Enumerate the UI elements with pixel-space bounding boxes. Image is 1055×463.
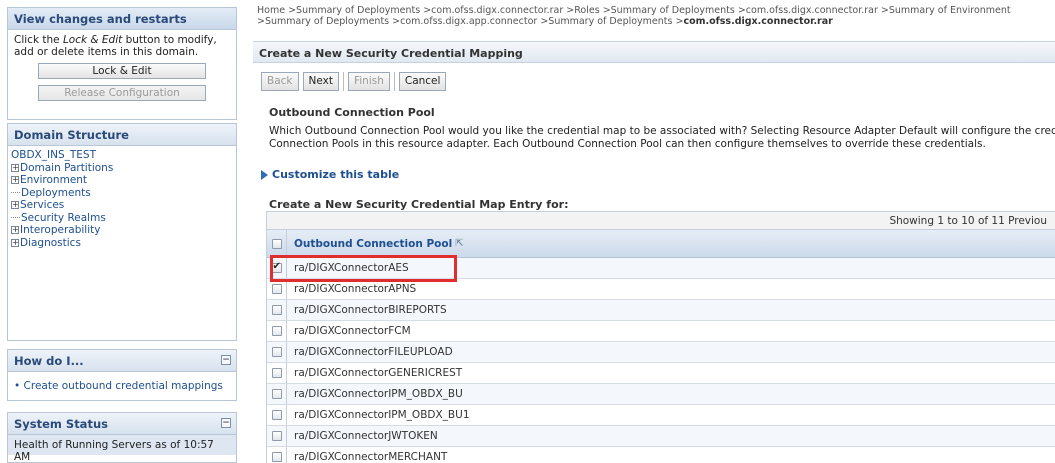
tree-item-deployments[interactable]: Deployments (11, 187, 233, 200)
row-checkbox[interactable] (271, 326, 282, 336)
table-row[interactable]: ra/DIGXConnectorBIREPORTS (267, 300, 1055, 321)
breadcrumb-current: com.ofss.digx.connector.rar (683, 16, 833, 27)
row-checkbox[interactable] (271, 347, 282, 357)
row-checkbox[interactable] (271, 389, 282, 399)
expand-icon[interactable]: + (11, 176, 19, 185)
tree-item-interoperability[interactable]: + Interoperability (11, 224, 233, 237)
tree-item-security-realms[interactable]: Security Realms (11, 212, 233, 225)
domain-structure-panel: Domain Structure OBDX_INS_TEST + Domain P… (7, 123, 237, 341)
row-checkbox[interactable] (271, 305, 282, 315)
expand-icon[interactable]: + (11, 226, 19, 235)
create-outbound-credential-link[interactable]: Create outbound credential mappings (24, 380, 223, 392)
row-checkbox[interactable] (271, 431, 282, 441)
main-content: Home >Summary of Deployments >com.ofss.d… (253, 0, 1055, 463)
pool-name: ra/DIGXConnectorGENERICREST (294, 367, 463, 379)
tree-item-domain-partitions[interactable]: + Domain Partitions (11, 162, 233, 175)
table-caption: Create a New Security Credential Map Ent… (269, 198, 569, 211)
back-button[interactable]: Back (261, 72, 299, 91)
sort-icon[interactable]: ⇱ (455, 238, 463, 249)
table-pager: Showing 1 to 10 of 11 Previou (267, 211, 1055, 230)
connection-pool-table: Showing 1 to 10 of 11 Previou Outbound C… (266, 211, 1055, 463)
tree-root[interactable]: OBDX_INS_TEST (11, 149, 233, 162)
table-row[interactable]: ra/DIGXConnectorIPM_OBDX_BU1 (267, 405, 1055, 426)
pool-name: ra/DIGXConnectorFILEUPLOAD (294, 346, 453, 358)
pool-name: ra/DIGXConnectorIPM_OBDX_BU (294, 388, 463, 400)
row-checkbox[interactable] (271, 368, 282, 378)
button-divider (393, 72, 395, 91)
change-center-panel: View changes and restarts Click the Lock… (7, 7, 237, 120)
lock-edit-button[interactable]: Lock & Edit (38, 63, 206, 79)
release-configuration-button[interactable]: Release Configuration (38, 85, 206, 101)
table-body: ra/DIGXConnectorAES ra/DIGXConnectorAPNS r… (267, 258, 1055, 463)
expand-icon[interactable]: + (11, 201, 19, 210)
table-header: Outbound Connection Pool ⇱ (267, 230, 1055, 258)
how-do-i-title: How do I... − (8, 350, 236, 372)
change-center-description: Click the Lock & Edit button to modify, … (14, 34, 217, 58)
finish-button[interactable]: Finish (347, 72, 390, 91)
pool-name: ra/DIGXConnectorFCM (294, 325, 411, 337)
system-status-title: System Status − (8, 413, 236, 435)
expand-icon[interactable]: + (11, 163, 19, 172)
pool-name: ra/DIGXConnectorMERCHANT (294, 451, 448, 463)
row-checkbox[interactable] (271, 452, 282, 462)
pool-name: ra/DIGXConnectorIPM_OBDX_BU1 (294, 409, 470, 421)
expand-icon[interactable]: + (11, 238, 19, 247)
pool-name: ra/DIGXConnectorBIREPORTS (294, 304, 447, 316)
tree-item-diagnostics[interactable]: + Diagnostics (11, 237, 233, 250)
table-row[interactable]: ra/DIGXConnectorFCM (267, 321, 1055, 342)
pool-name: ra/DIGXConnectorAPNS (294, 283, 417, 295)
wizard-buttons: Back Next Finish Cancel (261, 72, 450, 91)
select-all-checkbox[interactable] (271, 238, 282, 249)
table-row[interactable]: ra/DIGXConnectorFILEUPLOAD (267, 342, 1055, 363)
column-header-outbound-pool[interactable]: Outbound Connection Pool ⇱ (287, 230, 1055, 257)
section-description: Which Outbound Connection Pool would you… (269, 125, 1055, 150)
breadcrumb: Home >Summary of Deployments >com.ofss.d… (257, 5, 1047, 27)
minimize-icon[interactable]: − (221, 418, 231, 428)
next-button[interactable]: Next (302, 72, 339, 91)
tree-connector (11, 192, 20, 194)
table-row[interactable]: ra/DIGXConnectorAES (267, 258, 1055, 279)
section-title: Outbound Connection Pool (269, 106, 435, 119)
page-title: Create a New Security Credential Mapping (253, 41, 1055, 63)
customize-table-link[interactable]: Customize this table (261, 168, 399, 181)
table-row[interactable]: ra/DIGXConnectorMERCHANT (267, 447, 1055, 463)
domain-structure-title: Domain Structure (8, 124, 236, 146)
tree-item-environment[interactable]: + Environment (11, 174, 233, 187)
table-row[interactable]: ra/DIGXConnectorAPNS (267, 279, 1055, 300)
table-row[interactable]: ra/DIGXConnectorGENERICREST (267, 363, 1055, 384)
row-checkbox[interactable] (271, 284, 282, 294)
table-row[interactable]: ra/DIGXConnectorIPM_OBDX_BU (267, 384, 1055, 405)
minimize-icon[interactable]: − (221, 355, 231, 365)
cancel-button[interactable]: Cancel (398, 72, 447, 91)
system-status-panel: System Status − Health of Running Server… (7, 412, 237, 463)
domain-tree: OBDX_INS_TEST + Domain Partitions + Environ… (8, 146, 236, 252)
system-status-text: Health of Running Servers as of 10:57 AM (8, 435, 236, 463)
breadcrumb-trail[interactable]: Home >Summary of Deployments >com.ofss.d… (257, 5, 1011, 27)
pool-name: ra/DIGXConnectorJWTOKEN (294, 430, 438, 442)
expand-triangle-icon (261, 169, 268, 180)
row-checkbox[interactable] (271, 261, 282, 273)
change-center-title: View changes and restarts (8, 8, 236, 30)
left-sidebar: View changes and restarts Click the Lock… (0, 0, 240, 463)
tree-item-services[interactable]: + Services (11, 199, 233, 212)
pool-name: ra/DIGXConnectorAES (294, 262, 409, 274)
row-checkbox[interactable] (271, 410, 282, 420)
tree-connector (11, 217, 20, 219)
table-row[interactable]: ra/DIGXConnectorJWTOKEN (267, 426, 1055, 447)
how-do-i-panel: How do I... − • Create outbound credenti… (7, 349, 237, 401)
button-divider (342, 72, 344, 91)
